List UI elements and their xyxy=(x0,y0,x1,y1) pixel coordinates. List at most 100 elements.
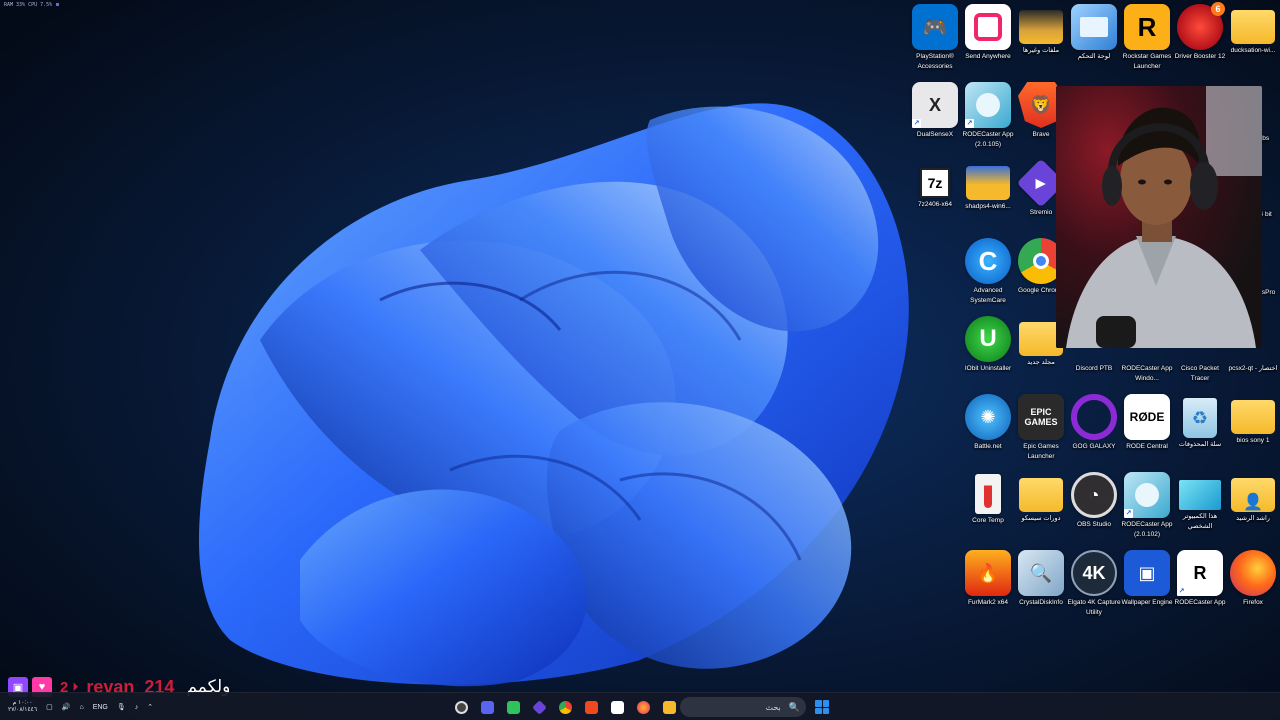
desktop-icon-firefox[interactable]: Firefox xyxy=(1226,546,1280,624)
network-icon[interactable]: ⌂ xyxy=(79,704,83,711)
microphone-icon[interactable]: 🎙 xyxy=(117,703,126,711)
chevron-up-icon[interactable]: ⌃ xyxy=(147,703,153,711)
desktop-icon-this-pc[interactable]: هذا الكمبيوتر الشخصي xyxy=(1173,468,1227,546)
send-anywhere-shape xyxy=(974,13,1002,41)
desktop-icon-control-panel[interactable]: لوحة التحكم xyxy=(1067,0,1121,78)
desktop-icon-obs[interactable]: ◔ OBS Studio xyxy=(1067,468,1121,546)
search-placeholder: بحث xyxy=(765,702,781,712)
play-taskbar-icon[interactable] xyxy=(502,696,524,718)
desktop-icon-iobit[interactable]: U IObit Uninstaller xyxy=(961,312,1015,390)
desktop-icon-rockstar[interactable]: R Rockstar Games Launcher xyxy=(1120,0,1174,78)
desktop-icon-driver-booster[interactable]: 6 Driver Booster 12 xyxy=(1173,0,1227,78)
notification-icon[interactable]: ▢ xyxy=(46,703,53,711)
icon-label: bios sony 1 xyxy=(1236,437,1270,444)
rodecaster-icon: ↗ xyxy=(1124,472,1170,518)
desktop-icon-files-folder[interactable]: ملفات وغيرها xyxy=(1014,0,1068,78)
explorer-taskbar-icon[interactable] xyxy=(658,696,680,718)
language-indicator[interactable]: ENG xyxy=(93,704,108,711)
desktop-icon-rodecaster-app[interactable]: R ↗ RODECaster App xyxy=(1173,546,1227,624)
system-tray: ١٠:٠٠ م ٢٧/٠٨/١٤٤٦ ▢ 🔊 ⌂ ENG 🎙 ♪ ⌃ xyxy=(8,693,153,720)
asc-glyph: C xyxy=(978,245,998,276)
desktop-icon-core-temp[interactable]: Core Temp xyxy=(961,468,1015,546)
chrome-taskbar-icon[interactable] xyxy=(554,696,576,718)
desktop-icon-duckstation[interactable]: ducksation-wi... xyxy=(1226,0,1280,78)
desktop-icon-furmark[interactable]: 🔥 FurMark2 x64 xyxy=(961,546,1015,624)
icon-label: RODECaster App xyxy=(1174,599,1226,606)
windows-logo-icon xyxy=(815,700,822,707)
icon-label: pcsx2-qt - اختصار xyxy=(1228,365,1278,372)
desktop-icon-rode-central[interactable]: RØDE RODE Central xyxy=(1120,390,1174,468)
core-temp-icon xyxy=(975,474,1001,514)
icon-label: Advanced SystemCare xyxy=(970,287,1006,304)
taskbar-apps xyxy=(450,696,680,718)
shortcut-arrow-icon: ↗ xyxy=(912,119,921,128)
brave-taskbar-icon[interactable] xyxy=(580,696,602,718)
playstation-accessories-icon: 🎮 xyxy=(912,4,958,50)
rockstar-icon: R xyxy=(1124,4,1170,50)
discord-taskbar-icon[interactable] xyxy=(476,696,498,718)
desktop-icon-shadps4[interactable]: shadps4-win6... xyxy=(961,156,1015,234)
rode-central-icon: RØDE xyxy=(1124,394,1170,440)
icon-label: Rockstar Games Launcher xyxy=(1122,53,1172,70)
store-taskbar-icon[interactable] xyxy=(606,696,628,718)
icon-label: Send Anywhere xyxy=(965,53,1011,60)
clock[interactable]: ١٠:٠٠ م ٢٧/٠٨/١٤٤٦ xyxy=(8,700,37,714)
icon-label: shadps4-win6... xyxy=(965,203,1011,210)
start-button[interactable] xyxy=(812,697,832,717)
desktop-icon-epic[interactable]: EPIC GAMES Epic Games Launcher xyxy=(1014,390,1068,468)
dualsensex-icon: X ↗ xyxy=(912,82,958,128)
desktop-icon-user-folder[interactable]: 👤 راشد الرشيد xyxy=(1226,468,1280,546)
search-icon: 🔍 xyxy=(788,701,800,712)
desktop-icon-7zip[interactable]: 7z 7z2406-x64 xyxy=(908,156,962,234)
send-anywhere-icon xyxy=(965,4,1011,50)
desktop-icon-elgato[interactable]: 4K Elgato 4K Capture Utility xyxy=(1067,546,1121,624)
stremio-taskbar-icon[interactable] xyxy=(528,696,550,718)
epic-games-icon: EPIC GAMES xyxy=(1018,394,1064,440)
obs-icon: ◔ xyxy=(1071,472,1117,518)
taskbar-search[interactable]: بحث 🔍 xyxy=(680,697,806,717)
icon-label: Discord PTB xyxy=(1075,365,1113,372)
play-glyph: ▶ xyxy=(1035,175,1047,191)
taskbar: ١٠:٠٠ م ٢٧/٠٨/١٤٤٦ ▢ 🔊 ⌂ ENG 🎙 ♪ ⌃ بحث 🔍 xyxy=(0,692,1280,720)
shortcut-arrow-icon: ↗ xyxy=(1124,509,1133,518)
wallpaper-engine-icon: ▣ xyxy=(1124,550,1170,596)
icon-label: Epic Games Launcher xyxy=(1023,443,1059,460)
obs-taskbar-icon[interactable] xyxy=(450,696,472,718)
desktop-icon-bios-sony[interactable]: bios sony 1 xyxy=(1226,390,1280,468)
desktop-icon-recycle-bin[interactable]: ♻ سلة المحذوفات xyxy=(1173,390,1227,468)
desktop-icon-ps-accessories[interactable]: 🎮 PlayStation® Accessories xyxy=(908,0,962,78)
volume-icon[interactable]: 🔊 xyxy=(62,703,71,711)
desktop-icon-crystaldiskinfo[interactable]: 🔍 CrystalDiskInfo xyxy=(1014,546,1068,624)
thermometer-shape xyxy=(984,480,992,508)
desktop-icon-rodecaster-2102[interactable]: ↗ RODECaster App (2.0.102) xyxy=(1120,468,1174,546)
desktop-icon-battlenet[interactable]: ✺ Battle.net xyxy=(961,390,1015,468)
desktop-icon-cisco-courses[interactable]: دورات سيسكو xyxy=(1014,468,1068,546)
speaker-icon[interactable]: ♪ xyxy=(135,704,139,711)
rodecaster-app-icon: R ↗ xyxy=(1177,550,1223,596)
desktop-icon-rodecaster-2105[interactable]: ↗ RODECaster App (2.0.105) xyxy=(961,78,1015,156)
chrome-center xyxy=(1033,253,1049,269)
icon-label: هذا الكمبيوتر الشخصي xyxy=(1182,513,1218,530)
person-glyph: 👤 xyxy=(1243,494,1263,511)
desktop-icon-send-anywhere[interactable]: Send Anywhere xyxy=(961,0,1015,78)
furmark-icon: 🔥 xyxy=(965,550,1011,596)
recycle-bin-icon: ♻ xyxy=(1183,398,1217,438)
crystaldiskinfo-icon: 🔍 xyxy=(1018,550,1064,596)
icon-label: Cisco Packet Tracer xyxy=(1181,365,1219,382)
icon-label: 7z2406-x64 xyxy=(918,201,952,208)
battlenet-icon: ✺ xyxy=(965,394,1011,440)
folder-icon xyxy=(1019,478,1063,512)
iobit-icon: U xyxy=(965,316,1011,362)
desktop-icon-dualsensex[interactable]: X ↗ DualSenseX xyxy=(908,78,962,156)
icon-label: ducksation-wi... xyxy=(1230,47,1276,54)
folder-icon xyxy=(1231,400,1275,434)
icon-label: RODE Central xyxy=(1126,443,1168,450)
rodecaster-icon: ↗ xyxy=(965,82,1011,128)
desktop-icon-advanced-systemcare[interactable]: C Advanced SystemCare xyxy=(961,234,1015,312)
desktop-icon-wallpaper-engine[interactable]: ▣ Wallpaper Engine xyxy=(1120,546,1174,624)
icon-label: FurMark2 x64 xyxy=(967,599,1009,606)
desktop-icon-gog[interactable]: GOG GALAXY xyxy=(1067,390,1121,468)
firefox-taskbar-icon[interactable] xyxy=(632,696,654,718)
icon-label: سلة المحذوفات xyxy=(1178,441,1222,448)
icon-label: Firefox xyxy=(1243,599,1263,606)
